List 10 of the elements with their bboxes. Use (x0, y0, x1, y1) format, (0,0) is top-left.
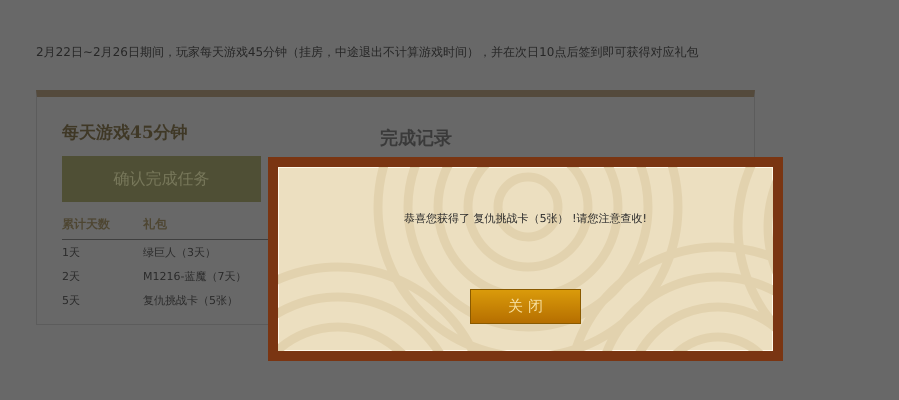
table-cell: 复仇挑战卡（5张） (143, 292, 238, 308)
close-button[interactable]: 关 闭 (470, 289, 581, 324)
task-title: 每天游戏45分钟 (62, 122, 189, 144)
table-cell: M1216-蓝魔（7天） (143, 268, 246, 284)
table-cell-text: 1天 (62, 244, 81, 260)
table-cell-text: 5天 (62, 292, 81, 308)
table-cell: 绿巨人（3天） (143, 244, 216, 260)
dialog-message: 恭喜您获得了 复仇挑战卡（5张） !请您注意查收! (403, 211, 648, 226)
intro-text: 2月22日~2月26日期间，玩家每天游戏45分钟（挂房，中途退出不计算游戏时间），并在次日10点后签到即可获得对应礼包 (36, 44, 700, 61)
table-cell-text: 2天 (62, 268, 81, 284)
